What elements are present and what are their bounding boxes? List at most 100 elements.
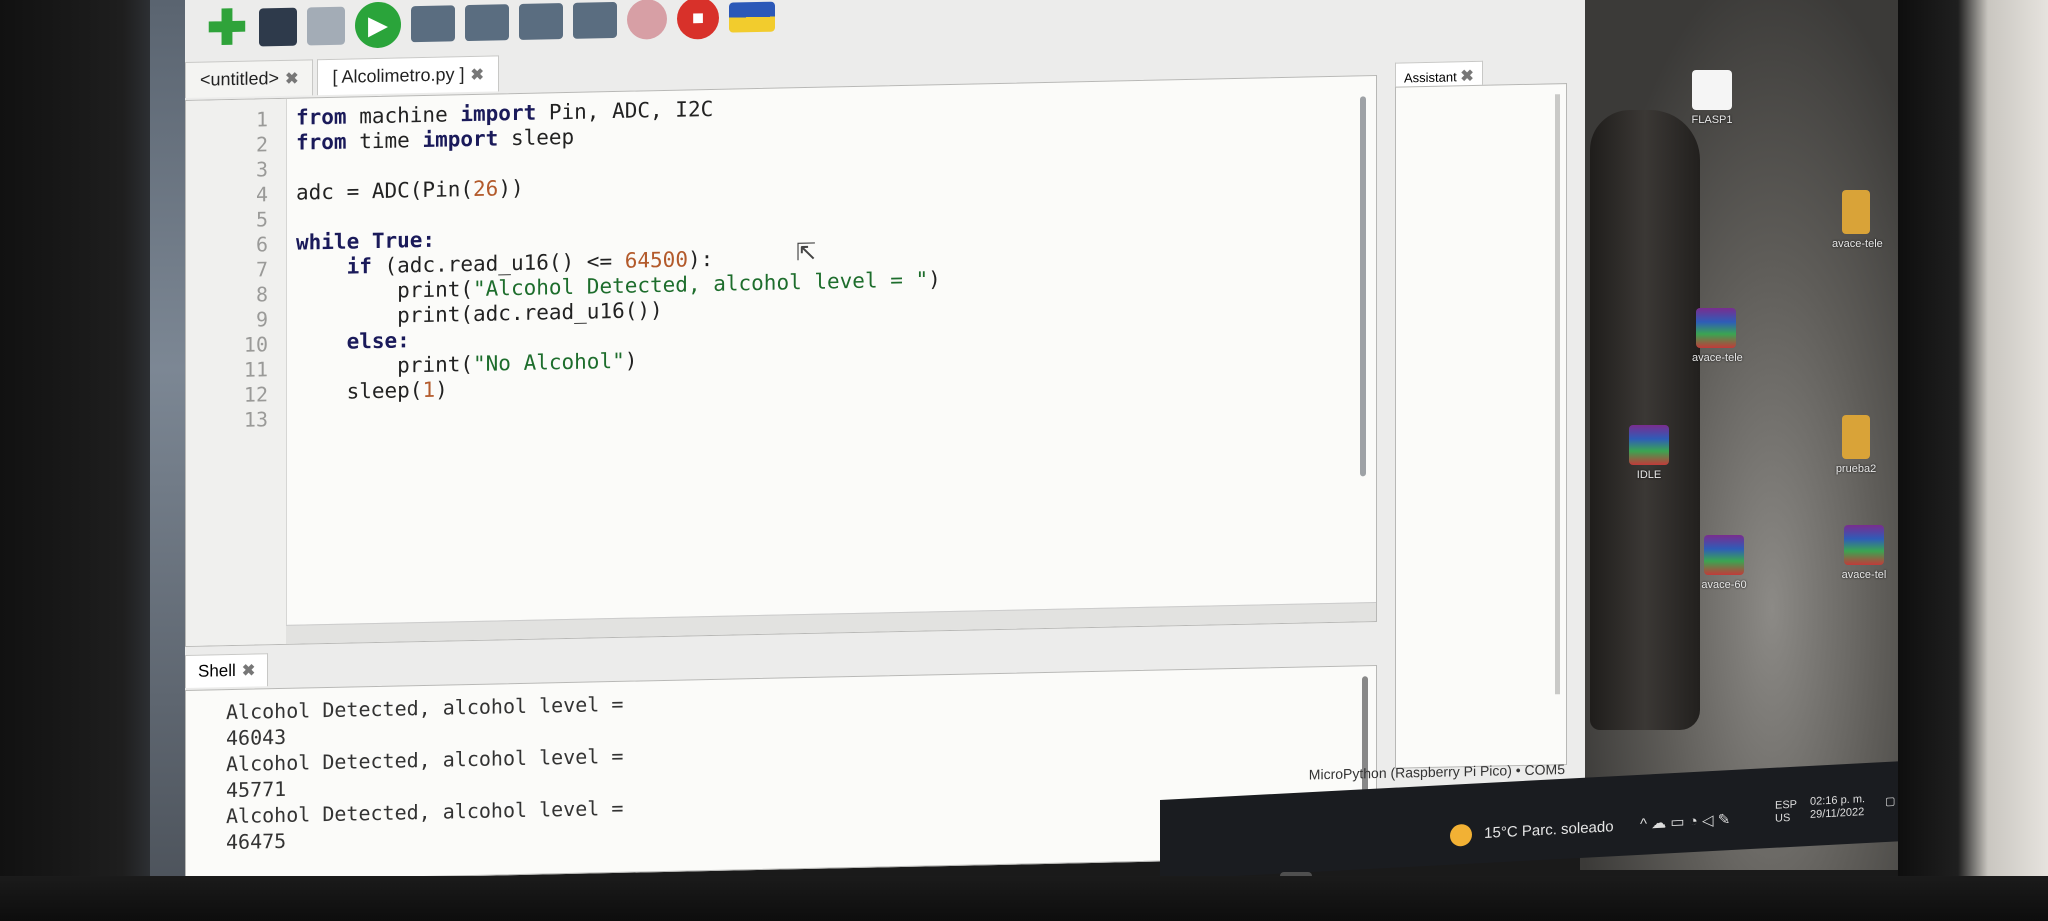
desktop-icon-flasp1[interactable]: FLASP1 <box>1688 70 1736 126</box>
string-literal: "No Alcohol" <box>473 348 625 376</box>
line-number: 4 <box>255 182 268 207</box>
line-number-gutter: 1 2 3 4 5 6 7 8 9 10 11 12 13 <box>186 98 287 646</box>
close-icon[interactable]: ✖ <box>285 68 298 88</box>
line-number: 1 <box>255 107 268 132</box>
notifications-icon[interactable]: ▢ <box>1885 795 1895 809</box>
stop-button[interactable]: ■ <box>677 0 719 40</box>
lang-bottom: US <box>1775 811 1791 825</box>
resume-button[interactable] <box>627 0 667 40</box>
folder-icon <box>1842 190 1870 234</box>
close-icon[interactable]: ✖ <box>1460 68 1473 85</box>
desktop-icon-prueba2[interactable]: prueba2 <box>1832 415 1880 475</box>
code-text: machine <box>346 102 461 129</box>
code-text: print(adc.read_u16()) <box>397 297 663 328</box>
code-text: print( <box>397 351 474 378</box>
keyword: while <box>296 229 360 255</box>
language-indicator[interactable]: ESP US <box>1775 799 1797 826</box>
step-out-button[interactable] <box>573 1 617 39</box>
pen-icon[interactable]: ✎ <box>1718 811 1731 829</box>
winrar-icon <box>1704 535 1744 575</box>
assistant-scrollbar[interactable] <box>1555 94 1560 695</box>
clock-date: 29/11/2022 <box>1810 806 1865 821</box>
line-number: 7 <box>255 257 268 282</box>
code-text: ) <box>624 348 638 373</box>
step-over-button[interactable] <box>465 4 509 42</box>
tab-shell[interactable]: Shell ✖ <box>185 653 269 688</box>
number-literal: 64500 <box>624 247 688 273</box>
weather-desc: Parc. soleado <box>1521 818 1614 841</box>
onedrive-icon[interactable]: ☁ <box>1651 814 1666 832</box>
java-icon <box>1692 70 1732 110</box>
code-line-1: from machine import Pin, ADC, I2C <box>296 97 713 130</box>
chevron-up-icon[interactable]: ^ <box>1640 815 1647 832</box>
battery-icon[interactable]: ▭ <box>1670 814 1684 832</box>
monitor-bezel-right <box>1898 0 2048 921</box>
code-text: sleep( <box>346 378 423 404</box>
monitor-bezel-left <box>0 0 175 921</box>
folder-icon <box>1842 415 1870 459</box>
system-tray-icons: ^ ☁ ▭ ◔ ◁ ✎ <box>1640 810 1730 833</box>
debug-button[interactable] <box>411 5 455 43</box>
open-file-button[interactable] <box>259 7 297 47</box>
shell-output-line: 46475 <box>226 828 287 855</box>
code-text: time <box>346 128 423 154</box>
code-line-10: else: <box>296 328 410 354</box>
code-line-6: while True: <box>296 228 435 255</box>
line-number: 2 <box>255 132 268 157</box>
run-button[interactable]: ▶ <box>355 1 401 49</box>
line-number: 13 <box>243 407 268 432</box>
close-icon[interactable]: ✖ <box>242 661 255 681</box>
code-text: ): <box>687 246 714 272</box>
network-icon[interactable]: ◔ <box>1689 813 1698 830</box>
line-number: 11 <box>243 357 268 382</box>
code-text: print( <box>397 276 474 303</box>
line-number: 3 <box>255 157 268 182</box>
code-line-2: from time import sleep <box>296 125 574 155</box>
new-file-button[interactable]: ✚ <box>205 2 249 56</box>
desktop-icon-avace-tel[interactable]: avace-tel <box>1840 525 1888 581</box>
mouse-pointer-icon: ⇱ <box>796 238 817 267</box>
clock[interactable]: 02:16 p. m. 29/11/2022 <box>1810 793 1865 822</box>
tab-label: [ Alcolimetro.py ] <box>332 64 465 87</box>
code-line-4: adc = ADC(Pin(26)) <box>296 176 524 205</box>
keyword: from <box>296 104 347 130</box>
save-file-button[interactable] <box>307 6 345 46</box>
weather-widget[interactable]: 15°C Parc. soleado <box>1450 816 1614 847</box>
tab-untitled[interactable]: <untitled> ✖ <box>185 59 314 98</box>
shell-output-line: 46043 <box>226 724 287 751</box>
desktop-icon-folder-avace-tele[interactable]: avace-tele <box>1832 190 1883 250</box>
step-into-button[interactable] <box>519 3 563 41</box>
editor-horizontal-scrollbar[interactable] <box>286 602 1376 644</box>
shell-output-line: Alcohol Detected, alcohol level = <box>226 691 624 725</box>
keyword: import <box>460 100 537 127</box>
code-text: )) <box>498 175 524 201</box>
winrar-icon <box>1696 308 1736 348</box>
keyword: from <box>296 129 347 155</box>
line-number: 6 <box>255 232 268 257</box>
weather-sun-icon <box>1450 823 1472 847</box>
code-text: True: <box>359 227 436 254</box>
weather-temp: 15°C <box>1484 823 1518 842</box>
desktop-icon-idle[interactable]: IDLE <box>1625 425 1673 481</box>
desktop-wallpaper-left <box>150 0 185 921</box>
close-icon[interactable]: ✖ <box>471 64 484 84</box>
code-text: sleep <box>498 124 575 151</box>
desktop-icon-avace-60[interactable]: avace-60 <box>1700 535 1748 591</box>
keyword: import <box>422 126 499 153</box>
line-number: 10 <box>243 332 268 357</box>
volume-icon[interactable]: ◁ <box>1702 812 1714 830</box>
assistant-tab-label: Assistant <box>1404 69 1457 86</box>
tab-alcolimetro[interactable]: [ Alcolimetro.py ] ✖ <box>317 55 499 96</box>
editor-vertical-scrollbar[interactable] <box>1360 96 1366 477</box>
wallpaper-rock <box>1590 110 1700 730</box>
desktop-icon-avace-tele[interactable]: avace-tele <box>1692 308 1743 364</box>
support-ukraine-button[interactable] <box>729 1 775 33</box>
thonny-window: ✚ ▶ ■ <untitled> ✖ [ Alcolimetro.py ] ✖ … <box>185 0 1585 882</box>
toolbar: ✚ ▶ ■ <box>205 0 1505 58</box>
monitor-bezel-bottom <box>0 876 2048 921</box>
shell-output-line: 45771 <box>226 776 287 803</box>
assistant-panel <box>1395 83 1567 769</box>
number-literal: 1 <box>422 377 436 403</box>
code-editor[interactable]: 1 2 3 4 5 6 7 8 9 10 11 12 13 from machi… <box>185 75 1377 648</box>
line-number: 8 <box>255 282 268 307</box>
